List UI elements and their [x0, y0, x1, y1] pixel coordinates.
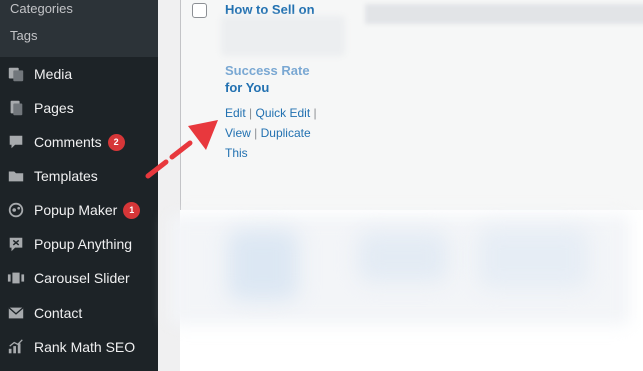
comments-icon	[6, 132, 26, 152]
media-icon	[6, 64, 26, 84]
separator: |	[254, 126, 258, 140]
sidebar-item-contact[interactable]: Contact	[0, 296, 158, 330]
quick-edit-link[interactable]: Quick Edit	[256, 106, 311, 120]
sidebar-item-label: Media	[34, 66, 73, 82]
submenu-item-categories[interactable]: Categories	[10, 1, 73, 17]
comments-count-badge: 2	[107, 133, 125, 151]
slider-icon	[6, 268, 26, 288]
sidebar-item-carousel-slider[interactable]: Carousel Slider	[0, 261, 158, 295]
redacted-spot	[358, 232, 448, 282]
annotation-arrow-icon	[145, 120, 218, 179]
sidebar-item-templates[interactable]: Templates	[0, 159, 158, 193]
submenu-item-tags[interactable]: Tags	[10, 28, 37, 44]
mail-icon	[6, 303, 26, 323]
sidebar-item-popup-maker[interactable]: Popup Maker 1	[0, 193, 158, 227]
sidebar-item-media[interactable]: Media	[0, 57, 158, 91]
sidebar-item-label: Templates	[34, 168, 98, 184]
redacted-title	[221, 16, 345, 56]
sidebar-item-comments[interactable]: Comments 2	[0, 125, 158, 159]
popup-maker-count-badge: 1	[123, 201, 141, 219]
sidebar-item-label: Contact	[34, 305, 83, 321]
sidebar-item-pages[interactable]: Pages	[0, 91, 158, 125]
post-title-link[interactable]: How to Sell on	[225, 2, 315, 17]
redacted-spot	[228, 230, 298, 300]
row-actions: Edit | Quick Edit | View | Duplicate Thi…	[225, 103, 335, 163]
post-title-link-continued[interactable]: Success Rate for You	[225, 62, 345, 96]
separator: |	[313, 106, 317, 120]
popup-anything-icon	[6, 234, 26, 254]
posts-list: How to Sell on Success Rate for You Edit…	[158, 0, 643, 371]
sidebar-item-label: Popup Maker	[34, 202, 118, 218]
sidebar-item-label: Comments	[34, 134, 102, 150]
separator: |	[249, 106, 253, 120]
pages-icon	[6, 98, 26, 118]
sidebar-item-label: Pages	[34, 100, 74, 116]
popup-maker-icon	[6, 200, 26, 220]
post-title-end: for You	[225, 80, 270, 95]
folder-icon	[6, 166, 26, 186]
row-select-checkbox[interactable]	[192, 3, 207, 18]
sidebar-item-rank-math[interactable]: Rank Math SEO	[0, 330, 158, 364]
sidebar-item-label: Popup Anything	[34, 236, 133, 252]
redacted-spot	[478, 228, 588, 288]
sidebar-item-label: Carousel Slider	[34, 270, 130, 286]
admin-sidebar: Categories Tags Media Pages Comments 2 T…	[0, 0, 158, 371]
sidebar-item-label: Rank Math SEO	[34, 339, 136, 355]
chart-icon	[6, 337, 26, 357]
posts-submenu: Categories Tags	[0, 0, 158, 57]
post-title-faded-part: Success Rate	[225, 63, 310, 78]
redacted-area	[365, 4, 643, 24]
sidebar-item-popup-anything[interactable]: Popup Anything	[0, 227, 158, 261]
